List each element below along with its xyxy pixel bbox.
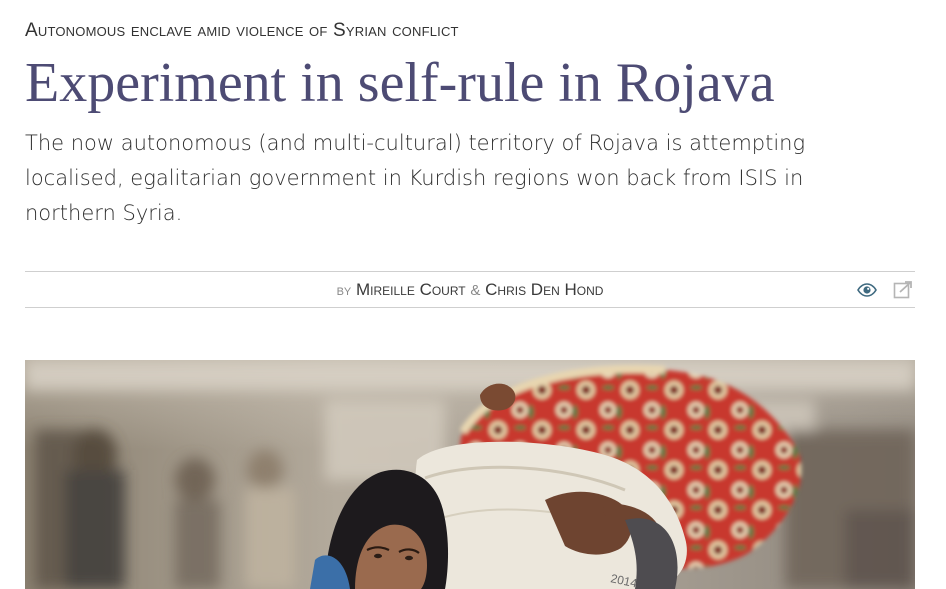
external-link-icon[interactable] [893, 281, 913, 299]
hero-photo: 2014 [25, 360, 915, 589]
hero-photo-illustration: 2014 [25, 360, 915, 589]
byline-by: by [336, 282, 352, 299]
byline-bar: by Mireille Court & Chris Den Hond [25, 271, 915, 308]
byline: by Mireille Court & Chris Den Hond [25, 280, 915, 300]
article-kicker: Autonomous enclave amid violence of Syri… [25, 20, 459, 41]
article-actions [857, 281, 913, 299]
author-link-1[interactable]: Mireille Court [356, 280, 466, 299]
eye-icon[interactable] [857, 281, 877, 299]
author-link-2[interactable]: Chris Den Hond [485, 280, 603, 299]
article-standfirst: The now autonomous (and multi-cultural) … [25, 131, 806, 225]
byline-separator: & [470, 282, 481, 299]
article-headline: Experiment in self-rule in Rojava [25, 52, 775, 114]
